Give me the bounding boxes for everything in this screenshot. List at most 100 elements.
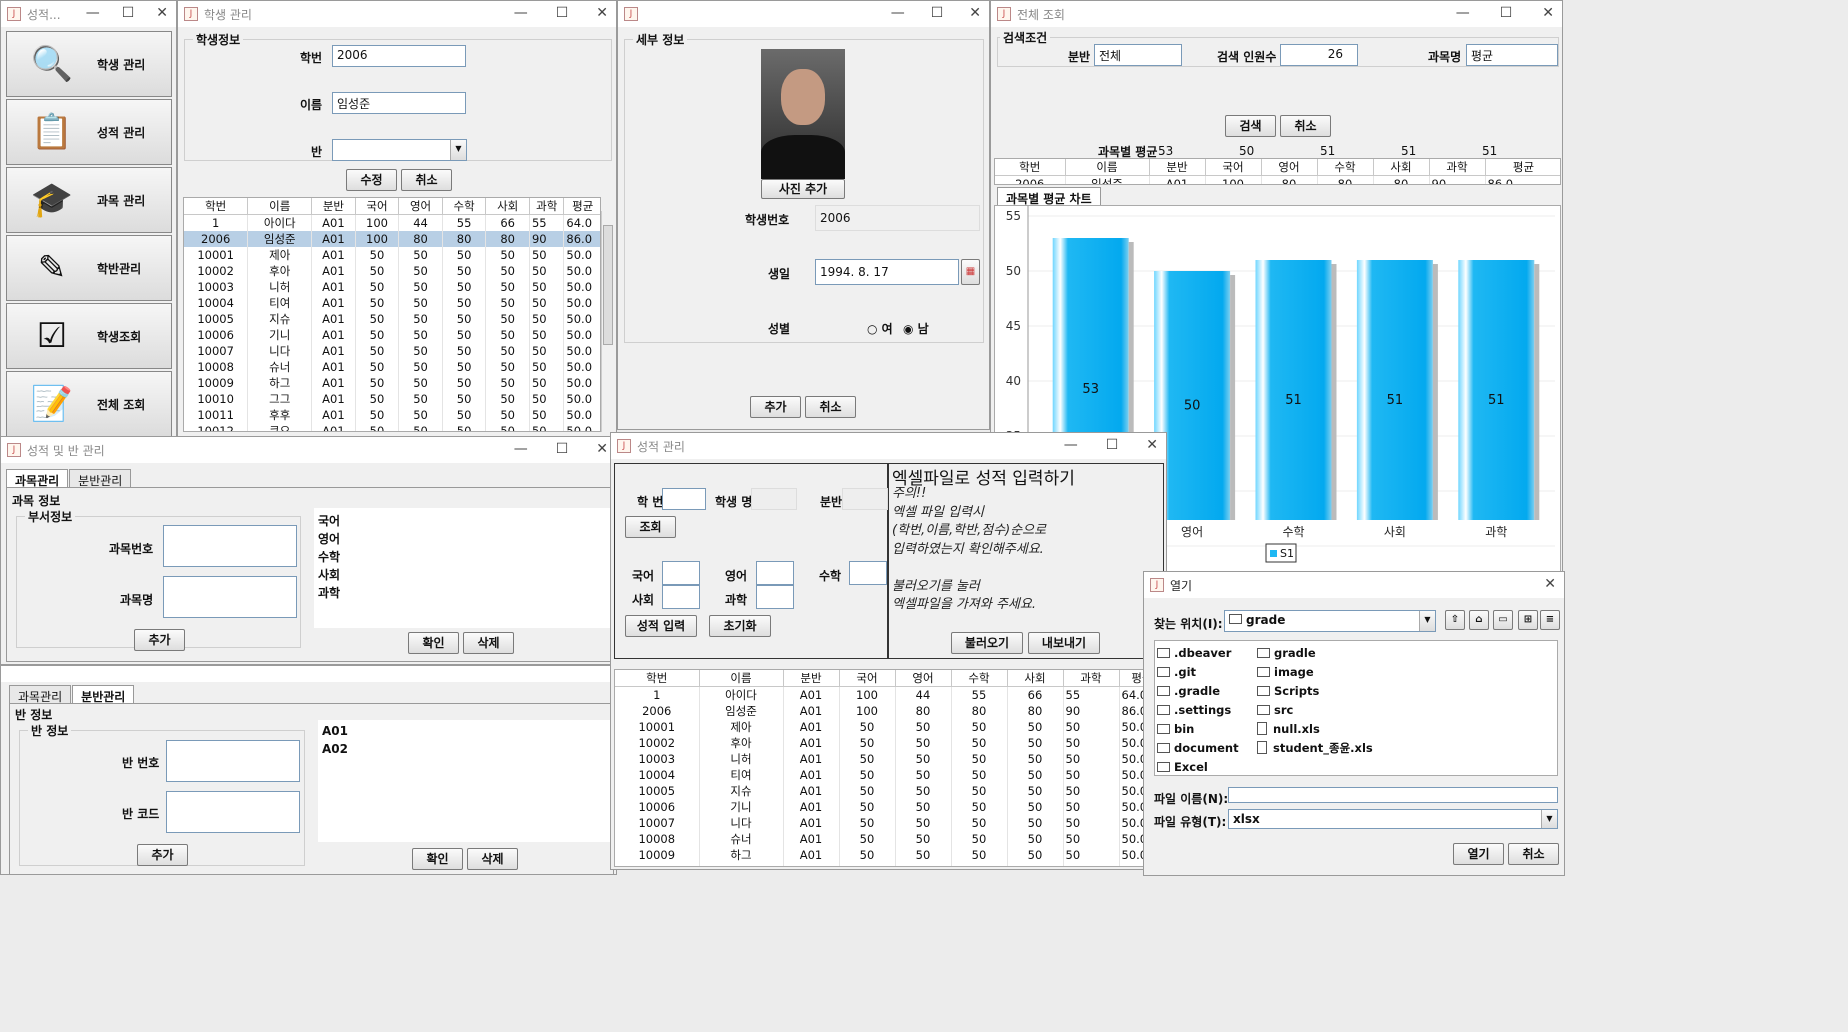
title-bar[interactable]: J 전체 조회 — ☐ ✕	[991, 1, 1562, 27]
minimize-icon[interactable]: —	[1064, 437, 1078, 453]
maximize-icon[interactable]: ☐	[556, 5, 569, 21]
up-folder-icon[interactable]: ⇧	[1445, 610, 1465, 630]
list-item[interactable]: 국어	[318, 512, 608, 530]
minimize-icon[interactable]: —	[1456, 5, 1470, 21]
table-row[interactable]: 2006 임성준 A01 100 80 80 80 90 86.0	[995, 175, 1560, 184]
table-row[interactable]: 10010그그A01505050505050.0	[615, 863, 1163, 866]
close-icon[interactable]: ✕	[156, 5, 168, 21]
class-number-field[interactable]	[166, 740, 300, 782]
home-icon[interactable]: ⌂	[1469, 610, 1489, 630]
table-row[interactable]: 10003 니허 A01 50 50 50 50 50 50.0	[184, 279, 600, 295]
column-header[interactable]: 학번	[615, 670, 700, 687]
class-combo[interactable]: 전체	[1094, 44, 1182, 66]
confirm-button[interactable]: 확인	[408, 632, 459, 654]
subject-name-field[interactable]	[163, 576, 297, 618]
column-header[interactable]: 사회	[1373, 159, 1430, 176]
list-item[interactable]: 수학	[318, 548, 608, 566]
table-row[interactable]: 10003 니허 A01 50 50 50 50 50 50.0	[615, 751, 1163, 767]
close-icon[interactable]: ✕	[1542, 5, 1554, 21]
list-item[interactable]: 영어	[318, 530, 608, 548]
cancel-button[interactable]: 취소	[1280, 115, 1331, 137]
title-bar[interactable]: J 성적 관리 — ☐ ✕	[611, 433, 1166, 459]
table-row[interactable]: 10012 큐요 A01 50 50 50 50 50 50.0	[184, 423, 600, 431]
table-row[interactable]: 2006 임성준 A01 100 80 80 80 90 86.0	[184, 231, 600, 247]
load-button[interactable]: 불러오기	[951, 632, 1023, 654]
korean-field[interactable]	[662, 561, 700, 585]
table-row[interactable]: 1 아이다 A01 100 44 55 66 55 64.0	[615, 686, 1163, 703]
student-id-field[interactable]: 2006	[332, 45, 466, 67]
file-item[interactable]: image	[1257, 662, 1373, 681]
menu-graduation-cap-button[interactable]: 🎓 과목 관리	[6, 167, 172, 233]
file-item[interactable]: student_종윤.xls	[1257, 738, 1373, 757]
file-item[interactable]: null.xls	[1257, 719, 1373, 738]
column-header[interactable]: 평균	[563, 198, 600, 215]
close-icon[interactable]: ✕	[596, 5, 608, 21]
column-header[interactable]: 국어	[839, 670, 896, 687]
list-view-icon[interactable]: ⊞	[1518, 610, 1538, 630]
column-header[interactable]: 수학	[1317, 159, 1374, 176]
title-bar[interactable]: J 성적... — ☐ ✕	[1, 1, 176, 27]
name-field[interactable]: 임성준	[332, 92, 466, 114]
column-header[interactable]: 수학	[951, 670, 1008, 687]
column-header[interactable]: 과학	[529, 198, 565, 215]
reset-button[interactable]: 초기화	[709, 615, 771, 637]
maximize-icon[interactable]: ☐	[1106, 437, 1119, 453]
student-id-field[interactable]	[662, 488, 706, 510]
table-row[interactable]: 10002 후아 A01 50 50 50 50 50 50.0	[615, 735, 1163, 751]
summary-table[interactable]: 학번 이름 분반 국어 영어 수학 사회 과학 평균 2006 임성준 A01 100 80 80 80 90 8…	[994, 158, 1561, 185]
class-code-field[interactable]	[166, 791, 300, 833]
column-header[interactable]: 국어	[1205, 159, 1262, 176]
add-button[interactable]: 추가	[134, 629, 185, 651]
table-row[interactable]: 10005 지슈 A01 50 50 50 50 50 50.0	[615, 783, 1163, 799]
file-item[interactable]: .dbeaver	[1157, 643, 1239, 662]
close-icon[interactable]: ✕	[1544, 576, 1556, 592]
table-row[interactable]: 2006 임성준 A01 100 80 80 80 90 86.0	[615, 703, 1163, 719]
english-field[interactable]	[756, 561, 794, 585]
column-header[interactable]: 국어	[355, 198, 400, 215]
column-header[interactable]: 과학	[1063, 670, 1120, 687]
math-field[interactable]	[849, 561, 887, 585]
list-item[interactable]: A02	[322, 742, 610, 760]
table-row[interactable]: 10004 티여 A01 50 50 50 50 50 50.0	[184, 295, 600, 311]
table-row[interactable]: 10007 니다 A01 50 50 50 50 50 50.0	[184, 343, 600, 359]
cancel-button[interactable]: 취소	[1508, 843, 1559, 865]
minimize-icon[interactable]: —	[514, 5, 528, 21]
add-photo-button[interactable]: 사진 추가	[761, 179, 845, 199]
table-scrollbar[interactable]	[601, 211, 614, 432]
column-header[interactable]: 과학	[1429, 159, 1486, 176]
file-item[interactable]: src	[1257, 700, 1373, 719]
title-bar[interactable]: J 열기 ✕	[1144, 572, 1564, 598]
file-type-combo[interactable]: xlsx ▼	[1228, 809, 1558, 829]
column-header[interactable]: 사회	[1007, 670, 1064, 687]
file-item[interactable]: gradle	[1257, 643, 1373, 662]
open-button[interactable]: 열기	[1453, 843, 1504, 865]
table-row[interactable]: 10009 하그 A01 50 50 50 50 50 50.0	[184, 375, 600, 391]
details-view-icon[interactable]: ≡	[1540, 610, 1560, 630]
menu-checklist-button[interactable]: ☑ 학생조회	[6, 303, 172, 369]
science-field[interactable]	[756, 585, 794, 609]
column-header[interactable]: 이름	[1065, 159, 1150, 176]
scroll-thumb[interactable]	[603, 225, 613, 345]
table-row[interactable]: 10001 제아 A01 50 50 50 50 50 50.0	[184, 247, 600, 263]
add-button[interactable]: 추가	[137, 844, 188, 866]
new-folder-icon[interactable]: ▭	[1493, 610, 1513, 630]
file-name-field[interactable]	[1228, 787, 1558, 803]
list-item[interactable]: A01	[322, 724, 610, 742]
export-button[interactable]: 내보내기	[1028, 632, 1100, 654]
table-row[interactable]: 10002 후아 A01 50 50 50 50 50 50.0	[184, 263, 600, 279]
maximize-icon[interactable]: ☐	[556, 441, 569, 457]
column-header[interactable]: 영어	[398, 198, 443, 215]
column-header[interactable]: 이름	[247, 198, 313, 215]
calendar-icon[interactable]: ▦	[961, 259, 980, 285]
close-icon[interactable]: ✕	[969, 5, 981, 21]
student-table[interactable]: 학번 이름 분반 국어 영어 수학 사회 과학 평균 1 아이다 A01 100 44 55 66 55 64.0…	[183, 197, 601, 432]
subject-list[interactable]: 국어 영어 수학 사회 과학	[314, 508, 612, 628]
file-list[interactable]: .dbeaver .git .gradle .settings bin document E…	[1154, 640, 1558, 776]
list-item[interactable]: 과학	[318, 584, 608, 602]
minimize-icon[interactable]: —	[86, 5, 100, 21]
table-row[interactable]: 10009 하그 A01 50 50 50 50 50 50.0	[615, 847, 1163, 863]
file-item[interactable]: Excel	[1157, 757, 1239, 776]
file-item[interactable]: .git	[1157, 662, 1239, 681]
file-item[interactable]: document	[1157, 738, 1239, 757]
table-row[interactable]: 10011 후후 A01 50 50 50 50 50 50.0	[184, 407, 600, 423]
